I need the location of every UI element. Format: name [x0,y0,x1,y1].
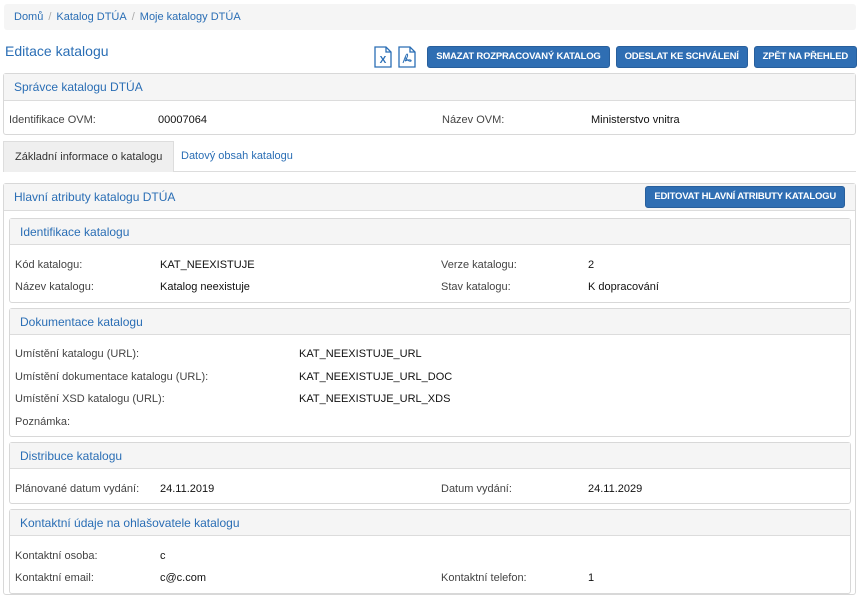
identification-panel: Identifikace katalogu Kód katalogu: KAT_… [9,218,851,303]
tab-data-content[interactable]: Datový obsah katalogu [170,141,304,172]
catalog-tabs: Základní informace o katalogu Datový obs… [3,141,856,172]
breadcrumb-my-catalogs-link[interactable]: Moje katalogy DTÚA [140,11,241,23]
documentation-title: Dokumentace katalogu [10,309,850,335]
catalog-url-label: Umístění katalogu (URL): [15,348,140,360]
submit-approval-button[interactable]: ODESLAT KE SCHVÁLENÍ [615,46,748,68]
ovm-name-label: Název OVM: [442,114,505,126]
distribution-title: Distribuce katalogu [10,443,850,469]
back-to-overview-button[interactable]: ZPĚT NA PŘEHLED [753,46,857,68]
distribution-panel: Distribuce katalogu Plánované datum vydá… [9,442,851,504]
breadcrumb-home-link[interactable]: Domů [14,11,43,23]
edit-main-attributes-button[interactable]: EDITOVAT HLAVNÍ ATRIBUTY KATALOGU [645,186,845,208]
contact-email-label: Kontaktní email: [15,572,94,584]
tab-basic-info[interactable]: Základní informace o katalogu [3,141,175,172]
documentation-url-value: KAT_NEEXISTUJE_URL_DOC [299,371,453,383]
catalog-url-value: KAT_NEEXISTUJE_URL [299,348,422,360]
catalog-name-value: Katalog neexistuje [160,281,250,293]
catalog-state-value: K dopracování [588,281,659,293]
catalog-code-label: Kód katalogu: [15,259,83,271]
admin-panel: Správce katalogu DTÚA Identifikace OVM: … [3,73,856,135]
main-attributes-header: Hlavní atributy katalogu DTÚA EDITOVAT H… [4,184,855,211]
breadcrumb-separator: / [48,11,52,23]
admin-panel-title: Správce katalogu DTÚA [4,74,855,101]
catalog-version-label: Verze katalogu: [441,259,517,271]
catalog-version-value: 2 [588,259,595,271]
contact-phone-value: 1 [588,572,595,584]
catalog-state-label: Stav katalogu: [441,281,511,293]
contact-person-value: c [160,550,166,562]
breadcrumb: Domů / Katalog DTÚA / Moje katalogy DTÚA [4,4,856,30]
contact-person-label: Kontaktní osoba: [15,550,98,562]
documentation-url-label: Umístění dokumentace katalogu (URL): [15,371,209,383]
xsd-url-label: Umístění XSD katalogu (URL): [15,393,165,405]
planned-date-label: Plánované datum vydání: [15,483,140,495]
contact-phone-label: Kontaktní telefon: [441,572,527,584]
xsd-url-value: KAT_NEEXISTUJE_URL_XDS [299,393,451,405]
note-label: Poznámka: [15,416,71,428]
ovm-name-value: Ministerstvo vnitra [591,114,680,126]
contact-title: Kontaktní údaje na ohlašovatele katalogu [10,510,850,536]
main-attributes-title: Hlavní atributy katalogu DTÚA [14,190,176,204]
release-date-label: Datum vydání: [441,483,512,495]
ovm-id-label: Identifikace OVM: [9,114,96,126]
svg-text:X: X [380,55,387,66]
excel-icon[interactable]: X [373,46,393,68]
ovm-id-value: 00007064 [158,114,207,126]
delete-draft-button[interactable]: SMAZAT ROZPRACOVANÝ KATALOG [427,46,610,68]
toolbar: X SMAZAT ROZPRACOVANÝ KATALOG ODESLAT KE… [373,46,857,68]
breadcrumb-catalog-link[interactable]: Katalog DTÚA [56,11,126,23]
catalog-name-label: Název katalogu: [15,281,94,293]
breadcrumb-separator: / [131,11,135,23]
identification-title: Identifikace katalogu [10,219,850,245]
page-title: Editace katalogu [5,43,109,59]
contact-email-value: c@c.com [160,572,207,584]
release-date-value: 24.11.2029 [588,483,643,495]
catalog-code-value: KAT_NEEXISTUJE [160,259,255,271]
pdf-icon[interactable] [397,46,417,68]
planned-date-value: 24.11.2019 [160,483,215,495]
contact-panel: Kontaktní údaje na ohlašovatele katalogu… [9,509,851,594]
documentation-panel: Dokumentace katalogu Umístění katalogu (… [9,308,851,437]
